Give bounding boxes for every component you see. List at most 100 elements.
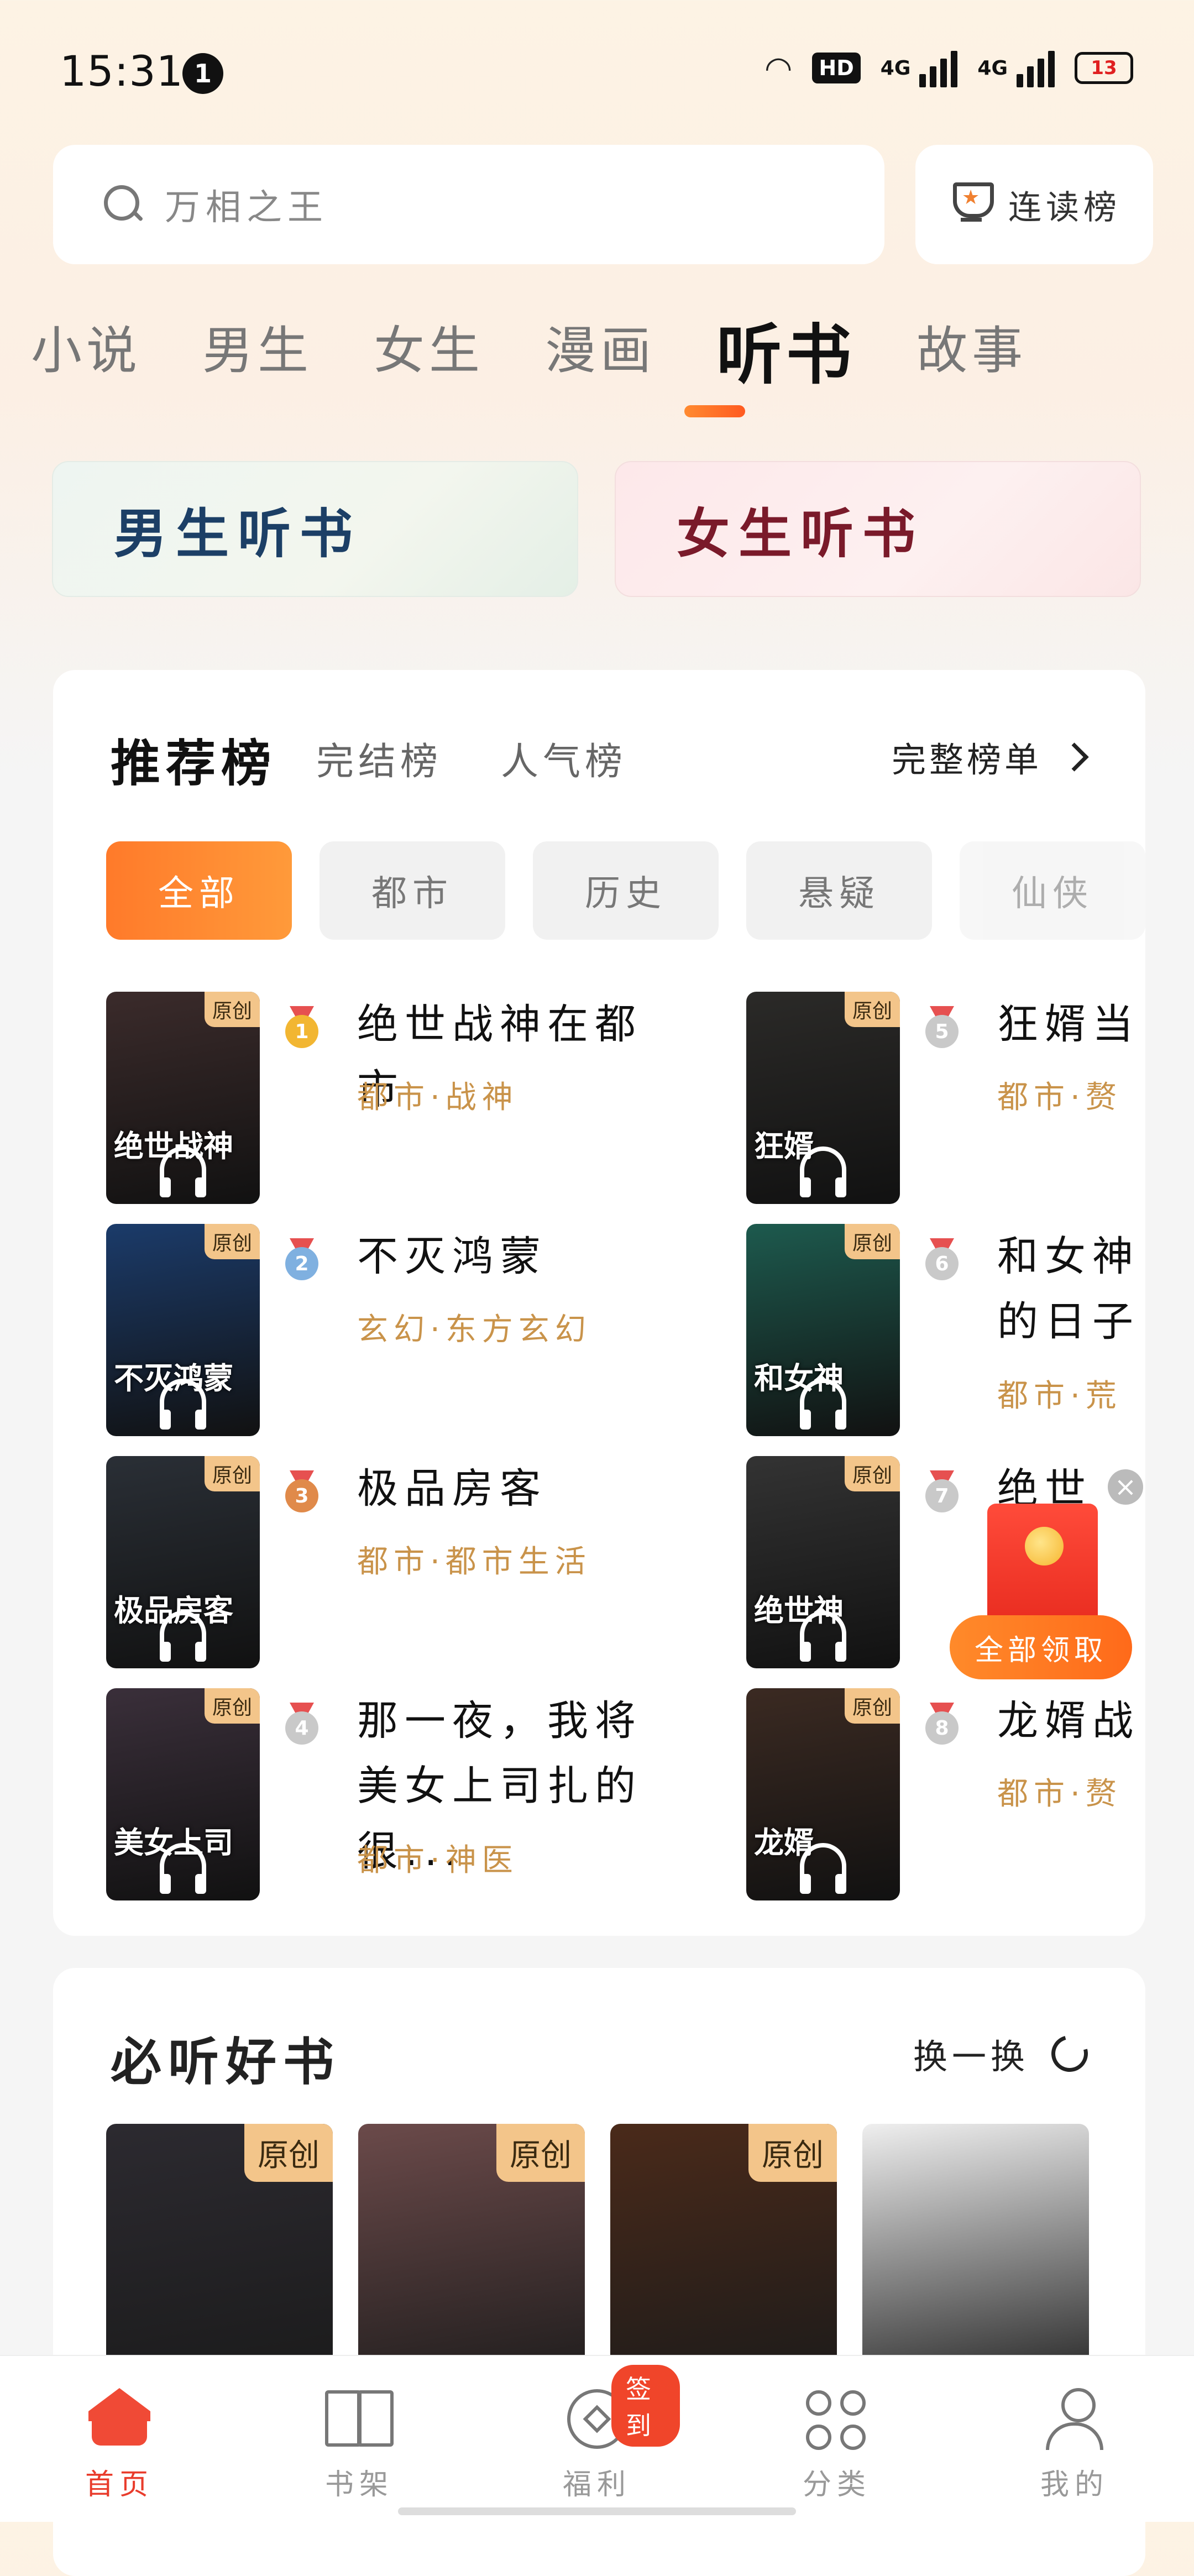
headphone-icon [800,1146,846,1197]
ranking-tab-popular[interactable]: 人气榜 [501,731,627,786]
book-cover[interactable]: 原创 龙婿 [746,1688,900,1900]
book-title-text: 极品房客 [357,1465,547,1512]
original-tag: 原创 [204,1688,260,1724]
rank-medal-icon: 3 [282,1470,322,1518]
network-4g-label-2: 4G [977,56,1008,80]
original-tag: 原创 [844,1688,900,1724]
red-envelope-icon [987,1504,1098,1634]
full-ranking-link[interactable]: 完整榜单 [892,732,1089,782]
book-title: 和女神 的日子 [997,1224,1144,1354]
home-icon [88,2388,150,2446]
tab-comic[interactable]: 漫画 [545,310,656,396]
nav-welfare[interactable]: 签到 福利 [514,2356,680,2522]
tab-female[interactable]: 女生 [374,310,484,396]
original-tag: 原创 [496,2124,585,2182]
rank-number: 2 [285,1247,318,1280]
book-cover[interactable]: 原创 绝世神 [746,1456,900,1668]
battery-icon: 13 [1075,52,1133,84]
book-title: 不灭鸿蒙 [357,1224,689,1289]
ranking-book-item[interactable]: 原创 绝世战神 1 绝世战神在都市 都市·战神 [106,992,714,1207]
rank-medal-icon: 4 [282,1703,322,1750]
book-tags: 都市·都市生活 [357,1544,591,1580]
ranking-book-item[interactable]: 原创 极品房客 3 极品房客都市·都市生活 [106,1456,714,1672]
book-tags: 都市·赘 [997,1080,1122,1116]
refresh-button[interactable]: 换一换 [913,2028,1095,2079]
close-icon[interactable]: × [1108,1469,1143,1505]
bookshelf-icon [325,2390,394,2447]
claim-all-button[interactable]: 全部领取 [950,1615,1132,1679]
book-tags: 玄幻·东方玄幻 [357,1312,591,1348]
nav-home-label: 首页 [85,2468,154,2501]
category-icon [806,2390,868,2452]
tab-audiobook[interactable]: 听书 [716,302,856,396]
search-bar[interactable]: 万相之王 [53,145,884,264]
book-title: 极品房客 [357,1456,689,1521]
signal-icon-1 [919,49,958,87]
category-tabs: 小说 男生 女生 漫画 听书 故事 [31,310,1088,396]
tab-male[interactable]: 男生 [202,310,313,396]
ranking-card: 推荐榜 完结榜 人气榜 完整榜单 全部 都市 历史 悬疑 仙侠 原创 绝世战神 1 绝… [53,670,1145,1936]
active-tab-indicator [684,405,745,417]
book-tags: 都市·战神 [357,1080,519,1116]
book-title: 狂婿当 [997,992,1144,1057]
coin-icon [1025,1527,1064,1566]
ranking-title[interactable]: 推荐榜 [111,723,276,795]
red-packet-widget[interactable]: × 全部领取 [950,1438,1171,1698]
book-title-text: 狂婿当 [997,1001,1140,1048]
book-cover[interactable]: 原创 狂婿 [746,992,900,1204]
ranking-book-item[interactable]: 原创 和女神 6 和女神的日子都市·荒 [746,1224,1144,1439]
nav-home[interactable]: 首页 [36,2356,202,2522]
must-listen-title: 必听好书 [111,2033,341,2092]
book-cover[interactable]: 原创 不灭鸿蒙 [106,1224,260,1436]
notification-badge: 1 [182,53,223,94]
chip-mystery[interactable]: 悬疑 [746,841,932,940]
tab-novel[interactable]: 小说 [31,310,142,396]
book-title-text: 和女神 [997,1233,1140,1280]
trophy-icon: ★ [947,182,994,227]
ranking-book-item[interactable]: 原创 龙婿 8 龙婿战 都市·赘 [746,1688,1144,1904]
ranking-book-item[interactable]: 原创 狂婿 5 狂婿当 都市·赘 [746,992,1144,1207]
rank-medal-icon: 8 [922,1703,962,1750]
book-cover[interactable]: 原创 绝世战神 [106,992,260,1204]
original-tag: 原创 [844,992,900,1027]
rank-list-button[interactable]: ★ 连读榜 [915,145,1153,264]
original-tag: 原创 [204,1224,260,1259]
chip-xianxia[interactable]: 仙侠 [960,841,1145,940]
rank-number: 6 [925,1247,959,1280]
chip-history[interactable]: 历史 [533,841,719,940]
nav-welfare-label: 福利 [562,2468,631,2501]
book-title-text-2: 的日子 [997,1298,1140,1345]
female-audiobook-banner[interactable]: 女生听书 [615,461,1141,597]
male-audiobook-banner[interactable]: 男生听书 [52,461,578,597]
ranking-book-item[interactable]: 原创 不灭鸿蒙 2 不灭鸿蒙玄幻·东方玄幻 [106,1224,714,1439]
rank-medal-icon: 2 [282,1238,322,1286]
book-cover[interactable]: 原创 美女上司 [106,1688,260,1900]
system-icons: ◠ HD 4G 4G 13 [764,49,1133,87]
tab-story[interactable]: 故事 [917,310,1027,396]
rank-medal-icon: 6 [922,1238,962,1286]
nav-profile-label: 我的 [1040,2468,1109,2501]
headphone-icon [800,1843,846,1894]
book-tags: 都市·荒 [997,1378,1122,1414]
ranking-tab-completed[interactable]: 完结榜 [316,731,442,786]
original-tag: 原创 [748,2124,837,2182]
nav-category[interactable]: 分类 [754,2356,920,2522]
chip-city[interactable]: 都市 [320,841,505,940]
home-indicator [398,2507,796,2515]
rank-number: 1 [285,1015,318,1048]
ranking-book-item[interactable]: 原创 美女上司 4 那一夜，我将美女上司扎的很... 都市·神医 [106,1688,714,1904]
book-tags: 都市·神医 [357,1842,519,1878]
nav-profile[interactable]: 我的 [992,2356,1158,2522]
rank-number: 3 [285,1479,318,1512]
book-cover[interactable]: 原创 和女神 [746,1224,900,1436]
network-4g-label-1: 4G [880,56,911,80]
original-tag: 原创 [204,1456,260,1491]
refresh-label: 换一换 [913,2036,1029,2077]
book-cover[interactable]: 原创 极品房客 [106,1456,260,1668]
genre-chips: 全部 都市 历史 悬疑 仙侠 [106,841,1145,940]
refresh-icon [1044,2028,1095,2079]
book-title-text: 龙婿战 [997,1697,1140,1745]
chip-all[interactable]: 全部 [106,841,292,940]
rank-list-label: 连读榜 [1008,188,1121,227]
nav-bookshelf[interactable]: 书架 [276,2356,442,2522]
